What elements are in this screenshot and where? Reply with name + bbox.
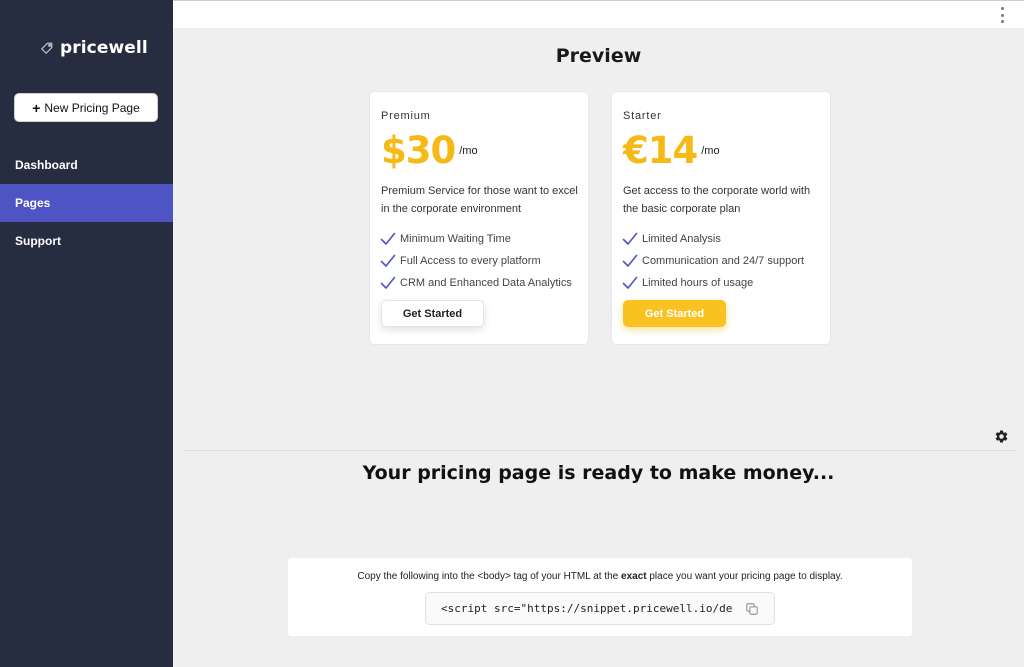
sidebar-item-dashboard[interactable]: Dashboard (0, 146, 173, 184)
sidebar-item-support[interactable]: Support (0, 222, 173, 260)
feature-item: Limited Analysis (622, 228, 804, 250)
ready-title: Your pricing page is ready to make money… (362, 462, 835, 484)
check-icon (380, 254, 396, 267)
get-started-button[interactable]: Get Started (381, 300, 484, 327)
get-started-button[interactable]: Get Started (623, 300, 726, 327)
price-row: $30 /mo (381, 130, 478, 172)
feature-label: Minimum Waiting Time (400, 233, 511, 245)
plus-icon: + (32, 99, 41, 116)
instr-text-bold: exact (621, 571, 647, 582)
plan-period: /mo (701, 145, 720, 157)
plan-price: €14 (623, 129, 698, 172)
sidebar-item-pages[interactable]: Pages (0, 184, 173, 222)
feature-item: Communication and 24/7 support (622, 250, 804, 272)
plan-name: Starter (623, 110, 662, 122)
plan-price: $30 (381, 129, 456, 172)
feature-label: Communication and 24/7 support (642, 255, 805, 267)
price-tag-icon (40, 42, 53, 55)
plan-description: Premium Service for those want to excel … (381, 185, 578, 215)
check-icon (622, 254, 638, 267)
sidebar-item-label: Support (15, 234, 61, 248)
snippet-code[interactable]: <script src="https://snippet.pricewell.i… (441, 602, 741, 615)
feature-list: Minimum Waiting Time Full Access to ever… (380, 228, 572, 294)
copy-icon[interactable] (745, 602, 759, 616)
plan-description: Get access to the corporate world with t… (623, 185, 811, 215)
price-row: €14 /mo (623, 130, 720, 172)
kebab-menu-icon[interactable] (999, 7, 1005, 23)
check-icon (622, 232, 638, 245)
instr-text-before: Copy the following into the <body> tag o… (357, 571, 622, 582)
feature-item: Full Access to every platform (380, 250, 572, 272)
embed-snippet-panel: Copy the following into the <body> tag o… (288, 558, 912, 636)
instr-text-after: place you want your pricing page to disp… (646, 571, 843, 582)
snippet-code-field[interactable]: <script src="https://snippet.pricewell.i… (425, 592, 775, 625)
sidebar-item-label: Pages (15, 196, 51, 210)
plan-period: /mo (459, 145, 478, 157)
check-icon (380, 232, 396, 245)
feature-label: CRM and Enhanced Data Analytics (400, 277, 572, 289)
pricing-card-starter: Starter €14 /mo Get access to the corpor… (611, 91, 831, 345)
divider (185, 450, 1015, 451)
logo[interactable]: pricewell (40, 38, 148, 58)
feature-label: Full Access to every platform (400, 255, 541, 267)
plan-name: Premium (381, 110, 431, 122)
check-icon (622, 276, 638, 289)
feature-item: Limited hours of usage (622, 272, 804, 294)
feature-list: Limited Analysis Communication and 24/7 … (622, 228, 804, 294)
top-bar (173, 0, 1024, 28)
pricing-card-premium: Premium $30 /mo Premium Service for thos… (369, 91, 589, 345)
sidebar: pricewell + New Pricing Page Dashboard P… (0, 0, 173, 667)
snippet-instructions: Copy the following into the <body> tag o… (288, 571, 912, 582)
feature-item: Minimum Waiting Time (380, 228, 572, 250)
sidebar-item-label: Dashboard (15, 158, 78, 172)
feature-item: CRM and Enhanced Data Analytics (380, 272, 572, 294)
feature-label: Limited hours of usage (642, 277, 754, 289)
new-pricing-page-label: New Pricing Page (44, 100, 140, 115)
feature-label: Limited Analysis (642, 233, 721, 245)
gear-icon[interactable] (994, 429, 1009, 444)
app-name: pricewell (60, 38, 148, 58)
new-pricing-page-button[interactable]: + New Pricing Page (14, 93, 158, 122)
preview-title: Preview (555, 45, 642, 67)
check-icon (380, 276, 396, 289)
